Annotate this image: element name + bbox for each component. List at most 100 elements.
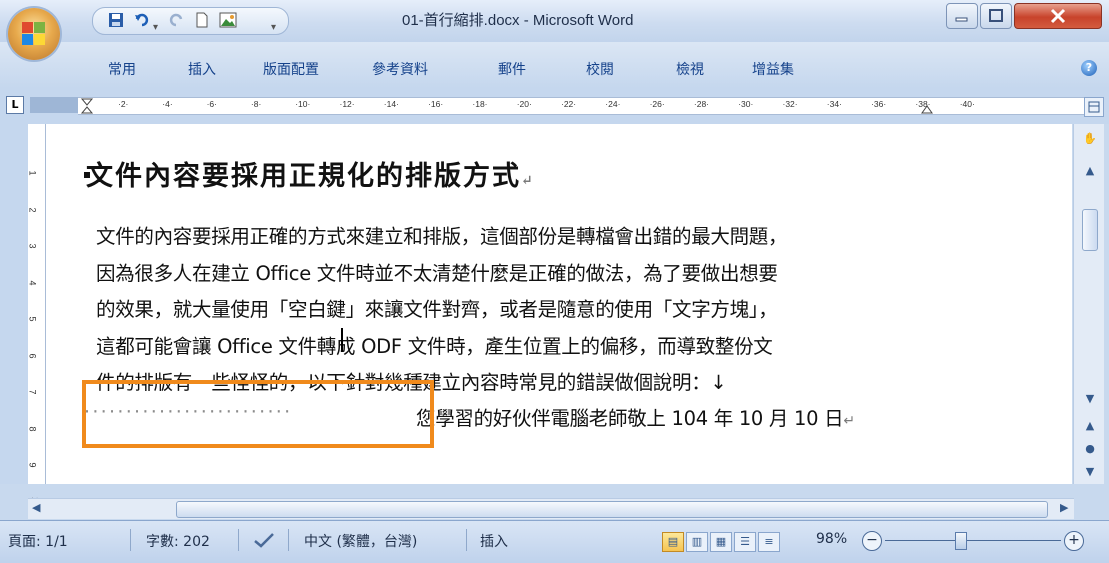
vertical-ruler-label: 2 [27,206,38,213]
tab-references[interactable]: 參考資料 [372,59,428,79]
highlight-box [82,380,434,448]
tab-selector[interactable]: L [6,96,24,114]
tab-review[interactable]: 校閱 [586,59,614,79]
word-count[interactable]: 字數: 202 [146,531,210,551]
zoom-slider[interactable] [955,532,967,550]
ruler-label: ·36· [871,99,887,109]
browse-icon[interactable]: ✋ [1080,132,1100,145]
ruler-label: ·32· [782,99,798,109]
ruler-margin [30,97,78,113]
insert-mode[interactable]: 插入 [480,531,508,551]
window-title: 01-首行縮排.docx - Microsoft Word [402,12,634,29]
paragraph-line-3: 的效果，就大量使用「空白鍵」來讓文件對齊，或者是隨意的使用「文字方塊」， [96,298,778,321]
ruler-label: ·34· [826,99,842,109]
separator [466,529,467,551]
tab-page-layout[interactable]: 版面配置 [263,59,319,79]
web-layout-icon[interactable]: ▦ [710,532,732,552]
scroll-down-icon[interactable]: ▼ [1080,392,1100,405]
help-icon[interactable]: ? [1081,60,1097,76]
spelling-check-icon[interactable] [252,531,276,553]
close-button[interactable] [1014,3,1102,29]
ruler-label: ·30· [738,99,754,109]
vertical-ruler-strip [0,124,28,484]
vertical-ruler-label: 3 [27,243,38,249]
vertical-ruler-label: 4 [27,279,38,286]
word-window: ▾ ▾ 01-首行縮排.docx - Microsoft Word 常用 插入 … [0,0,1109,563]
title-bar: ▾ ▾ 01-首行縮排.docx - Microsoft Word [0,0,1109,42]
draft-icon[interactable]: ≡ [758,532,780,552]
paragraph-mark: ↵ [843,413,855,429]
horizontal-scroll-thumb[interactable] [176,501,1048,518]
paragraph-line-1: 文件的內容要採用正確的方式來建立和排版，這個部份是轉檔會出錯的最大問題， [96,225,788,248]
ruler-label: ·6· [206,99,217,109]
tab-view[interactable]: 檢視 [676,59,704,79]
separator [130,529,131,551]
vertical-ruler-label: 5 [27,316,38,322]
ruler-row: L ·2· ·4· ·6· ·8· ·10· ·12· ·14· ·16· ·18· ·20· ·2… [0,88,1109,124]
select-browse-object-icon[interactable]: ● [1080,442,1100,455]
vertical-ruler-label: 6 [27,352,38,359]
zoom-in-icon[interactable]: + [1064,531,1084,551]
ruler-label: ·28· [693,99,710,109]
vertical-ruler-label: 9 [27,462,38,468]
paragraph-line-4: 這都可能會讓 Office 文件轉成 ODF 文件時，產生位置上的偏移，而導致整… [96,335,773,358]
ruler-label: ·26· [649,99,665,109]
full-screen-reading-icon[interactable]: ▥ [686,532,708,552]
undo-icon[interactable] [133,12,151,30]
ruler-label: ·24· [605,99,621,109]
tab-addins[interactable]: 增益集 [752,59,794,79]
save-icon[interactable] [107,12,125,30]
ruler-label: ·22· [561,99,577,109]
scroll-up-icon[interactable]: ▲ [1080,164,1100,177]
previous-page-icon[interactable]: ▲ [1080,419,1100,432]
tab-insert[interactable]: 插入 [188,59,216,79]
office-logo-icon [22,22,46,46]
vertical-ruler-label: 8 [27,425,38,432]
ruler-label: ·4· [162,99,173,109]
zoom-level[interactable]: 98% [816,531,847,547]
signature-text: 您學習的好伙伴電腦老師敬上 104 年 10 月 10 日 [416,407,844,430]
separator [238,529,239,551]
paragraph-line-2: 因為很多人在建立 Office 文件時並不太清楚什麼是正確的做法，為了要做出想要 [96,262,778,285]
print-layout-icon[interactable]: ▤ [662,532,684,552]
zoom-track[interactable] [885,540,1061,541]
scroll-left-icon[interactable]: ◀ [32,501,40,514]
ruler-label: ·20· [516,99,532,109]
picture-icon[interactable] [219,12,237,30]
horizontal-ruler[interactable]: ·2· ·4· ·6· ·8· ·10· ·12· ·14· ·16· ·18· ·20· ·22·… [78,97,1084,115]
horizontal-scrollbar[interactable]: ◀ ▶ [28,498,1074,519]
signature-line: 您學習的好伙伴電腦老師敬上 104 年 10 月 10 日↵ [416,402,855,431]
ruler-label: ·16· [428,99,444,109]
vertical-ruler-label: 7 [27,389,38,395]
ruler-label: ·2· [118,99,129,109]
status-bar: 頁面: 1/1 字數: 202 中文 (繁體，台灣) 插入 ▤ ▥ ▦ ☰ ≡ … [0,520,1109,563]
view-ruler-icon[interactable] [1084,97,1104,117]
zoom-out-icon[interactable]: − [862,531,882,551]
scroll-right-icon[interactable]: ▶ [1060,501,1068,514]
next-page-icon[interactable]: ▼ [1080,465,1100,478]
tab-home[interactable]: 常用 [108,59,136,79]
tab-mailings[interactable]: 郵件 [498,59,526,79]
office-button[interactable] [8,8,60,60]
paragraph-mark: ↵ [521,173,535,189]
document-heading: 文件內容要採用正規化的排版方式↵ [86,154,535,193]
language-indicator[interactable]: 中文 (繁體，台灣) [304,531,417,551]
scroll-thumb[interactable] [1082,209,1098,251]
new-document-icon[interactable] [193,12,211,30]
redo-icon[interactable] [167,12,185,30]
ruler-label: ·38· [915,99,931,109]
maximize-button[interactable] [980,3,1012,29]
indent-marker-icon[interactable] [80,98,94,114]
outline-icon[interactable]: ☰ [734,532,756,552]
ruler-label: ·14· [383,99,399,109]
vertical-scrollbar[interactable]: ✋ ▲ ▼ ▲ ● ▼ [1073,124,1104,484]
ruler-label: ·12· [339,99,355,109]
page-indicator[interactable]: 頁面: 1/1 [8,531,68,551]
heading-text: 文件內容要採用正規化的排版方式 [86,161,521,192]
minimize-button[interactable] [946,3,978,29]
ribbon-tabs: 常用 插入 版面配置 參考資料 郵件 校閱 檢視 增益集 ? [0,42,1109,89]
ruler-label: ·18· [472,99,488,109]
document-page[interactable]: 文件內容要採用正規化的排版方式↵ 文件的內容要採用正確的方式來建立和排版，這個部… [46,124,1072,484]
vertical-ruler[interactable]: 12345678910 [27,124,46,507]
ruler-label: ·10· [295,99,311,109]
